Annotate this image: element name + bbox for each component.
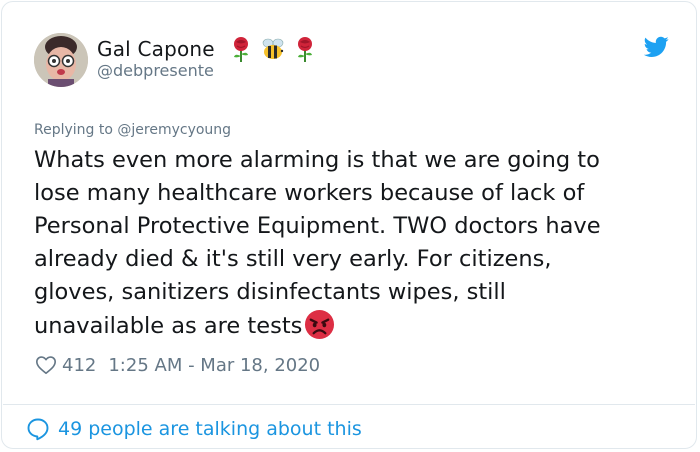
tweet-text-line: Personal Protective Equipment. TWO docto…	[34, 213, 601, 239]
name-emojis	[227, 35, 319, 63]
reply-context: Replying to @jeremycyoung	[34, 122, 231, 138]
author-row: Gal Capone	[97, 34, 319, 64]
tweet-text-last-line: unavailable as are tests	[34, 309, 674, 343]
angry-face-icon	[305, 309, 335, 340]
conversation-link[interactable]: 49 people are talking about this	[26, 416, 362, 442]
divider	[3, 404, 695, 405]
bee-icon	[262, 38, 284, 59]
tweet-timestamp[interactable]: 1:25 AM - Mar 18, 2020	[108, 355, 320, 376]
tweet-text-line: unavailable as are tests	[34, 313, 303, 339]
rose-icon	[233, 37, 248, 62]
like-count: 412	[62, 354, 97, 376]
tweet-text-line: gloves, sanitizers disinfectants wipes, …	[34, 279, 506, 305]
tweet-text-line: already died & it's still very early. Fo…	[34, 246, 552, 272]
heart-icon[interactable]	[35, 354, 57, 376]
tweet-text-line: lose many healthcare workers because of …	[34, 180, 585, 206]
rose-icon	[297, 37, 312, 62]
reply-mention-link[interactable]: @jeremycyoung	[117, 122, 231, 138]
tweet-text-line: Whats even more alarming is that we are …	[34, 147, 600, 173]
conversation-link-label[interactable]: 49 people are talking about this	[58, 418, 362, 440]
author-handle[interactable]: @debpresente	[97, 61, 214, 80]
avatar[interactable]	[34, 33, 88, 87]
speech-bubble-icon	[27, 418, 49, 441]
tweet-card: Gal Capone @debpresente Replying to @jer…	[1, 1, 697, 449]
reply-prefix: Replying to	[34, 122, 113, 138]
twitter-bird-icon[interactable]	[644, 36, 669, 58]
author-display-name[interactable]: Gal Capone	[97, 37, 215, 61]
tweet-meta: 412 1:25 AM - Mar 18, 2020	[35, 352, 320, 378]
tweet-text: Whats even more alarming is that we are …	[34, 144, 674, 343]
